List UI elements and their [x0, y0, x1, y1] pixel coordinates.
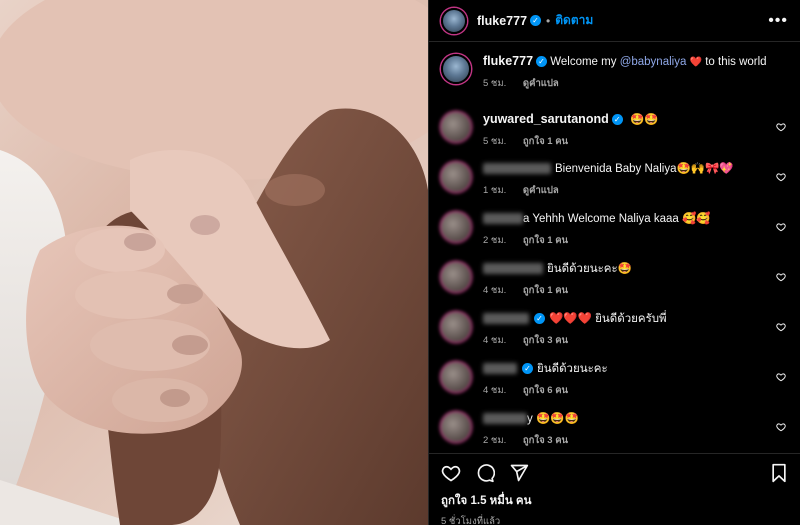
blurred-username: [483, 213, 523, 225]
comment-time[interactable]: 4 ชม.: [483, 385, 506, 396]
comment-text: Bienvenida Baby Naliya🤩🙌🎀💖: [555, 163, 734, 175]
verified-badge-icon: ✓: [522, 363, 533, 375]
comment-item: ยินดีด้วยนะคะ🤩 4 ชม. ถูกใจ 1 คน: [441, 250, 788, 300]
post-photo: [0, 0, 428, 525]
like-comment-heart-icon[interactable]: [776, 322, 786, 332]
blurred-username: [483, 163, 551, 175]
comment-item: y 🤩🤩🤩 2 ชม. ถูกใจ 3 คน: [441, 400, 788, 450]
comment-text: ยินดีด้วยนะคะ: [537, 363, 608, 375]
verified-badge-icon: ✓: [534, 313, 545, 325]
commenter-avatar[interactable]: [441, 362, 471, 392]
share-icon[interactable]: [509, 463, 529, 483]
commenter-avatar[interactable]: [441, 312, 471, 342]
like-comment-heart-icon[interactable]: [776, 422, 786, 432]
caption-time[interactable]: 5 ชม.: [483, 78, 506, 89]
translate-link[interactable]: ดูคำแปล: [523, 78, 559, 89]
baby-hand-illustration: [0, 0, 428, 525]
comment-action[interactable]: ถูกใจ 1 คน: [523, 136, 568, 147]
comment-action[interactable]: ถูกใจ 6 คน: [523, 385, 568, 396]
caption-text-after: to this world: [702, 56, 767, 68]
comment-item: yuwared_sarutanond ✓ 🤩🤩 5 ชม. ถูกใจ 1 คน: [441, 100, 788, 150]
comment-action[interactable]: ดูคำแปล: [523, 185, 559, 196]
blurred-username: [483, 413, 527, 425]
heart-icon[interactable]: [441, 463, 461, 483]
like-comment-heart-icon[interactable]: [776, 172, 786, 182]
comment-action[interactable]: ถูกใจ 3 คน: [523, 335, 568, 346]
comment-text: ❤️❤️❤️ ยินดีด้วยครับพี่: [549, 313, 667, 325]
verified-badge-icon: ✓: [611, 114, 623, 126]
comments-list: fluke777 ✓ Welcome my @babynaliya ❤️ to t…: [429, 42, 800, 450]
blurred-username: [483, 263, 543, 275]
comment-time[interactable]: 2 ชม.: [483, 435, 506, 446]
comment-time[interactable]: 1 ชม.: [483, 185, 506, 196]
post-side-panel: fluke777 ✓ • ติดตาม ••• fluke777 ✓ Welcom…: [428, 0, 800, 525]
like-comment-heart-icon[interactable]: [776, 222, 786, 232]
post-header: fluke777 ✓ • ติดตาม •••: [429, 0, 800, 42]
verified-badge-icon: ✓: [530, 15, 542, 26]
comment-item: ✓ ❤️❤️❤️ ยินดีด้วยครับพี่ 4 ชม. ถูกใจ 3 ค…: [441, 300, 788, 350]
more-options-icon[interactable]: •••: [768, 12, 788, 30]
comment-text: 🤩🤩: [629, 114, 659, 126]
comment-item: ✓ ยินดีด้วยนะคะ 4 ชม. ถูกใจ 6 คน: [441, 350, 788, 400]
comment-text: a Yehhh Welcome Naliya kaaa 🥰🥰: [523, 213, 711, 225]
author-username[interactable]: fluke777: [477, 14, 527, 28]
comment-action[interactable]: ถูกใจ 3 คน: [523, 435, 568, 446]
commenter-username[interactable]: yuwared_sarutanond: [483, 112, 609, 126]
like-comment-heart-icon[interactable]: [776, 272, 786, 282]
comment-time[interactable]: 4 ชม.: [483, 335, 506, 346]
separator-dot: •: [546, 13, 551, 28]
caption-text-before: Welcome my: [550, 56, 620, 68]
like-comment-heart-icon[interactable]: [776, 372, 786, 382]
blurred-username: [483, 363, 517, 375]
comment-action[interactable]: ถูกใจ 1 คน: [523, 285, 568, 296]
commenter-avatar[interactable]: [441, 112, 471, 142]
post-caption: fluke777 ✓ Welcome my @babynaliya ❤️ to t…: [441, 42, 788, 100]
comment-time[interactable]: 2 ชม.: [483, 235, 506, 246]
blurred-username: [483, 313, 529, 325]
commenter-avatar[interactable]: [441, 212, 471, 242]
post-actions-bar: ถูกใจ 1.5 หมื่น คน 5 ชั่วโมงที่แล้ว: [429, 453, 800, 525]
like-comment-heart-icon[interactable]: [776, 122, 786, 132]
comment-item: Bienvenida Baby Naliya🤩🙌🎀💖 1 ชม. ดูคำแปล: [441, 150, 788, 200]
caption-mention[interactable]: @babynaliya: [620, 56, 687, 68]
follow-button[interactable]: ติดตาม: [555, 11, 593, 30]
author-avatar[interactable]: [441, 7, 467, 34]
comment-time[interactable]: 4 ชม.: [483, 285, 506, 296]
heart-emoji: ❤️: [689, 57, 703, 68]
comment-action[interactable]: ถูกใจ 1 คน: [523, 235, 568, 246]
bookmark-icon[interactable]: [770, 463, 788, 483]
comment-icon[interactable]: [475, 463, 495, 483]
comment-item: a Yehhh Welcome Naliya kaaa 🥰🥰 2 ชม. ถูก…: [441, 200, 788, 250]
comment-text: y 🤩🤩🤩: [527, 413, 579, 425]
post-time[interactable]: 5 ชั่วโมงที่แล้ว: [441, 514, 788, 525]
comment-text: ยินดีด้วยนะคะ🤩: [547, 263, 632, 275]
commenter-avatar[interactable]: [441, 412, 471, 442]
comment-time[interactable]: 5 ชม.: [483, 136, 506, 147]
commenter-avatar[interactable]: [441, 162, 471, 192]
commenter-avatar[interactable]: [441, 262, 471, 292]
verified-badge-icon: ✓: [536, 56, 548, 68]
caption-username[interactable]: fluke777: [483, 54, 533, 68]
likes-count[interactable]: ถูกใจ 1.5 หมื่น คน: [441, 492, 788, 510]
author-avatar[interactable]: [441, 54, 471, 84]
